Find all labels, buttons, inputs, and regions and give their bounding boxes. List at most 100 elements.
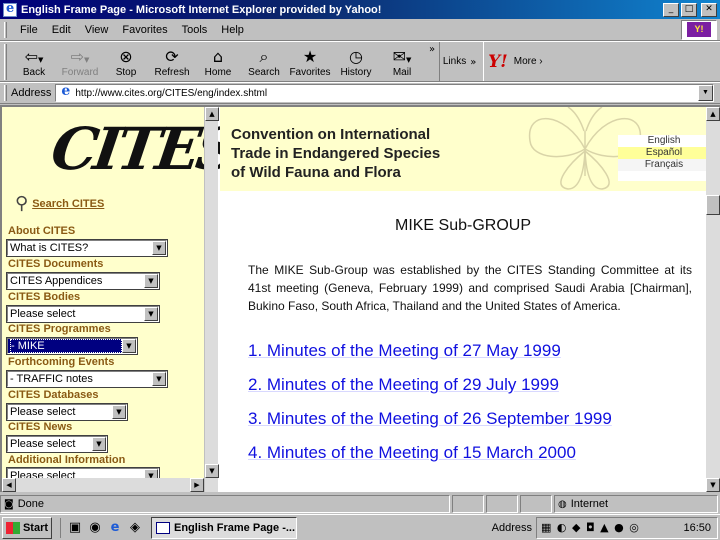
cites-documents-select[interactable]: CITES Appendices ▼: [6, 272, 160, 290]
show-desktop-icon[interactable]: ▣: [67, 520, 83, 535]
favorites-button[interactable]: ★ Favorites: [287, 42, 333, 81]
cites-databases-label: CITES Databases: [8, 389, 99, 401]
cites-bodies-select[interactable]: Please select ▼: [6, 305, 160, 323]
cites-programmes-label: CITES Programmes: [8, 323, 111, 335]
tray-icons[interactable]: ▦ ◐ ◆ ◘ ▲ ● ◎: [541, 521, 683, 534]
scroll-left-icon[interactable]: ◀: [2, 478, 16, 492]
address-label: Address: [11, 87, 52, 99]
page-done-icon: ◙: [4, 498, 14, 510]
refresh-label: Refresh: [154, 67, 190, 78]
address-dropdown-icon[interactable]: ▼: [698, 85, 713, 101]
toolbar-chevron-icon[interactable]: »: [425, 42, 439, 81]
cites-bodies-value: Please select: [10, 308, 76, 320]
ie-app-icon: [3, 1, 17, 17]
menu-edit[interactable]: Edit: [45, 24, 78, 36]
favorites-icon: ★: [302, 47, 318, 66]
menu-favorites[interactable]: Favorites: [115, 24, 174, 36]
convention-title: Convention on International Trade in End…: [231, 125, 440, 182]
ie-icon[interactable]: e: [107, 520, 123, 535]
quick-launch: ▣ ◉ e ◈: [60, 517, 143, 538]
refresh-button[interactable]: ⟳ Refresh: [149, 42, 195, 81]
cites-header: Convention on International Trade in End…: [220, 107, 720, 191]
language-french-link[interactable]: Français: [618, 159, 710, 171]
channels-icon[interactable]: ◈: [127, 520, 143, 535]
stop-button[interactable]: ⊗ Stop: [103, 42, 149, 81]
toolbar-grip[interactable]: [4, 44, 7, 80]
cites-programmes-value: - MIKE: [10, 339, 122, 353]
scroll-down-icon[interactable]: ▼: [205, 464, 219, 478]
menu-grip[interactable]: [4, 21, 7, 38]
clock: 16:50: [683, 521, 711, 534]
close-button[interactable]: ✕: [701, 2, 717, 17]
about-cites-select[interactable]: What is CITES? ▼: [6, 239, 168, 257]
start-button[interactable]: Start: [2, 516, 52, 539]
chevron-down-icon: ▼: [144, 274, 158, 288]
cites-logo[interactable]: CITES: [47, 112, 239, 186]
scroll-down-icon[interactable]: ▼: [706, 478, 720, 492]
forthcoming-events-select[interactable]: - TRAFFIC notes ▼: [6, 370, 168, 388]
chevron-down-icon: ▼: [122, 339, 136, 353]
address-grip[interactable]: [4, 85, 7, 101]
status-panel: [520, 495, 552, 513]
home-button[interactable]: ⌂ Home: [195, 42, 241, 81]
back-label: Back: [22, 67, 46, 78]
mike-content: MIKE Sub-GROUP The MIKE Sub-Group was es…: [220, 191, 720, 492]
back-button[interactable]: ⇦▼ Back: [11, 42, 57, 81]
home-label: Home: [204, 67, 232, 78]
cites-databases-select[interactable]: Please select ▼: [6, 403, 128, 421]
scroll-up-icon[interactable]: ▲: [706, 107, 720, 121]
scroll-up-icon[interactable]: ▲: [205, 107, 219, 121]
minutes-link-2[interactable]: 2. Minutes of the Meeting of 29 July 199…: [248, 375, 559, 395]
additional-information-label: Additional Information: [8, 454, 126, 466]
links-chevron-icon: »: [470, 57, 477, 68]
forthcoming-events-value: - TRAFFIC notes: [10, 373, 93, 385]
language-spanish-link[interactable]: Español: [618, 147, 710, 159]
about-cites-value: What is CITES?: [10, 242, 89, 254]
page-heading: MIKE Sub-GROUP: [394, 217, 532, 234]
address-input[interactable]: http://www.cites.org/CITES/eng/index.sht…: [55, 83, 714, 102]
minutes-link-4[interactable]: 4. Minutes of the Meeting of 15 March 20…: [248, 443, 576, 463]
zone-text: Internet: [570, 498, 609, 510]
history-button[interactable]: ◷ History: [333, 42, 379, 81]
outlook-icon[interactable]: ◉: [87, 520, 103, 535]
search-button[interactable]: ⌕ Search: [241, 42, 287, 81]
minutes-link-3[interactable]: 3. Minutes of the Meeting of 26 Septembe…: [248, 409, 612, 429]
scroll-thumb[interactable]: [706, 195, 720, 215]
maximize-button[interactable]: □: [681, 2, 697, 17]
yahoo-more-button[interactable]: Y! More ›: [483, 42, 720, 81]
mail-button[interactable]: ✉▼ Mail: [379, 42, 425, 81]
scroll-right-icon[interactable]: ▶: [190, 478, 204, 492]
cites-programmes-select[interactable]: - MIKE ▼: [6, 337, 138, 355]
left-horizontal-scrollbar[interactable]: ◀ ▶: [2, 478, 204, 492]
about-cites-label: About CITES: [8, 225, 76, 237]
minutes-link-1[interactable]: 1. Minutes of the Meeting of 27 May 1999: [248, 341, 561, 361]
cites-documents-value: CITES Appendices: [10, 275, 103, 287]
task-english-frame-page[interactable]: English Frame Page -...: [151, 516, 297, 539]
cites-news-select[interactable]: Please select ▼: [6, 435, 108, 453]
search-cites-link[interactable]: ⚲ Search CITES: [15, 193, 104, 214]
menu-view[interactable]: View: [78, 24, 116, 36]
minimize-button[interactable]: _: [663, 2, 679, 17]
convention-title-line: of Wild Fauna and Flora: [231, 164, 401, 181]
cites-bodies-label: CITES Bodies: [8, 291, 81, 303]
search-cites-label: Search CITES: [32, 197, 105, 210]
search-label: Search: [248, 67, 280, 78]
forward-arrow-icon: ⇨▼: [70, 47, 90, 66]
forward-label: Forward: [61, 67, 99, 78]
menu-help[interactable]: Help: [214, 24, 251, 36]
chevron-down-icon: ▼: [112, 405, 126, 419]
address-url[interactable]: http://www.cites.org/CITES/eng/index.sht…: [75, 88, 698, 99]
forward-button[interactable]: ⇨▼ Forward: [57, 42, 103, 81]
left-vertical-scrollbar[interactable]: ▲ ▼: [204, 107, 219, 492]
windows-logo-icon: [5, 521, 20, 534]
language-english-link[interactable]: English: [618, 135, 710, 147]
language-selector: English Español Français: [618, 135, 710, 181]
yahoo-y-icon: Y!: [488, 51, 508, 72]
links-button[interactable]: Links »: [439, 42, 483, 81]
taskbar-address-label: Address: [491, 521, 532, 534]
main-vertical-scrollbar[interactable]: ▲ ▼: [706, 107, 720, 492]
window-icon: [156, 521, 170, 534]
menu-tools[interactable]: Tools: [175, 24, 215, 36]
home-icon: ⌂: [212, 47, 224, 66]
menu-file[interactable]: File: [13, 24, 45, 36]
